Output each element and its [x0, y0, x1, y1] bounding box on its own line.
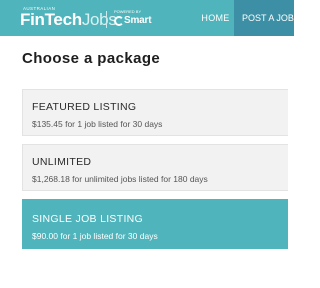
- nav-home[interactable]: HOME: [197, 0, 234, 36]
- package-description: $90.00 for 1 job listed for 30 days: [32, 231, 158, 241]
- package-name: FEATURED LISTING: [32, 101, 137, 113]
- partner-name: Smart: [124, 15, 152, 26]
- package-name: SINGLE JOB LISTING: [32, 213, 144, 225]
- package-description: $1,268.18 for unlimited jobs listed for …: [32, 174, 208, 184]
- top-navigation-bar: AUSTRALIAN FinTechJobs POWERED BY Smart …: [0, 0, 294, 36]
- package-description: $135.45 for 1 job listed for 30 days: [32, 119, 163, 129]
- package-option-featured-listing[interactable]: FEATURED LISTING $135.45 for 1 job liste…: [22, 89, 288, 136]
- logo-brand-main: FinTech: [20, 10, 82, 29]
- package-option-unlimited[interactable]: UNLIMITED $1,268.18 for unlimited jobs l…: [22, 144, 288, 191]
- logo-divider: [106, 11, 107, 28]
- logo-wordmark: FinTechJobs: [20, 10, 117, 30]
- page-title: Choose a package: [22, 50, 161, 67]
- package-name: UNLIMITED: [32, 156, 92, 168]
- partner-tagline: POWERED BY: [114, 9, 142, 14]
- partner-swirl-icon: [114, 16, 124, 26]
- logo-brand-jobs: Jobs: [81, 10, 117, 29]
- nav-post-a-job[interactable]: POST A JOB: [234, 0, 294, 36]
- package-option-single-job-listing[interactable]: SINGLE JOB LISTING $90.00 for 1 job list…: [22, 199, 288, 249]
